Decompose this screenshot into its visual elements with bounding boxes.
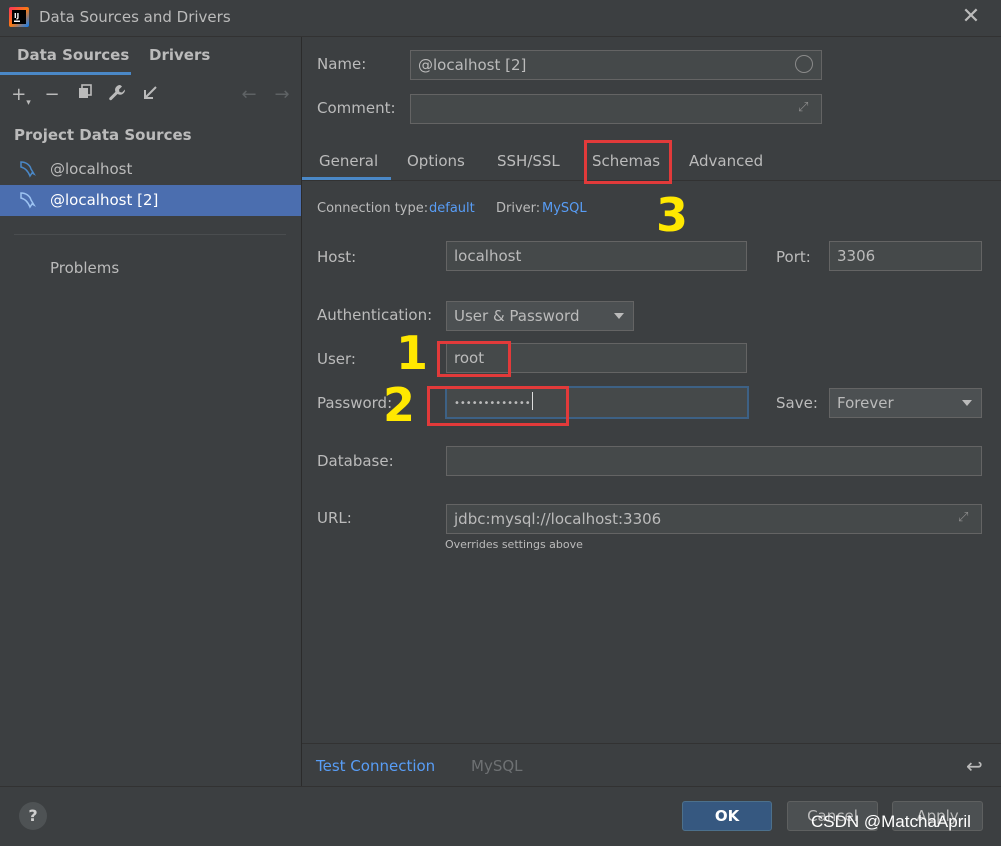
bottom-separator — [302, 743, 1001, 744]
annotation-box-password — [427, 386, 569, 426]
left-divider — [14, 234, 286, 235]
svg-text:IJ: IJ — [14, 12, 19, 20]
tab-data-sources[interactable]: Data Sources — [17, 38, 129, 74]
active-tab-indicator — [0, 72, 131, 75]
tab-general[interactable]: General — [319, 152, 378, 170]
url-input[interactable]: jdbc:mysql://localhost:3306 — [446, 504, 982, 534]
wrench-icon[interactable] — [106, 84, 128, 106]
comment-input[interactable] — [410, 94, 822, 124]
driver-name-label: MySQL — [471, 757, 523, 775]
url-hint: Overrides settings above — [445, 538, 583, 551]
comment-label: Comment: — [317, 99, 396, 117]
intellij-app-icon: IJ — [9, 7, 29, 27]
url-label: URL: — [317, 509, 352, 527]
datasource-item-localhost[interactable]: @localhost — [0, 154, 301, 185]
database-input[interactable] — [446, 446, 982, 476]
tab-options[interactable]: Options — [407, 152, 465, 170]
authentication-select[interactable]: User & Password — [446, 301, 634, 331]
back-arrow-icon[interactable]: ← — [238, 84, 260, 106]
close-icon[interactable]: ✕ — [958, 4, 984, 30]
driver-link[interactable]: MySQL — [542, 201, 587, 216]
window-title: Data Sources and Drivers — [39, 8, 231, 26]
left-panel — [0, 37, 302, 786]
add-icon[interactable]: +▾ — [10, 84, 32, 108]
color-circle-icon[interactable] — [795, 55, 813, 73]
database-label: Database: — [317, 452, 394, 470]
project-data-sources-heading: Project Data Sources — [14, 126, 192, 144]
host-label: Host: — [317, 248, 357, 266]
authentication-value: User & Password — [454, 307, 580, 325]
problems-item[interactable]: Problems — [50, 259, 119, 277]
mysql-dolphin-icon — [18, 159, 38, 179]
password-label: Password: — [317, 394, 393, 412]
datasource-label: @localhost [2] — [50, 191, 159, 209]
expand-icon[interactable]: ⤢ — [798, 100, 814, 116]
annotation-box-user — [437, 341, 511, 377]
port-label: Port: — [776, 248, 811, 266]
save-select[interactable]: Forever — [829, 388, 982, 418]
forward-arrow-icon[interactable]: → — [271, 84, 293, 106]
mysql-dolphin-icon — [18, 190, 38, 210]
name-input[interactable]: @localhost [2] — [410, 50, 822, 80]
import-icon[interactable] — [139, 84, 161, 106]
watermark: CSDN @MatchaApril — [811, 812, 971, 831]
expand-icon[interactable]: ⤢ — [958, 510, 974, 526]
tab-drivers[interactable]: Drivers — [149, 38, 210, 74]
revert-icon[interactable]: ↩ — [966, 755, 988, 777]
annotation-box-schemas — [584, 140, 672, 184]
datasource-item-localhost-2[interactable]: @localhost [2] — [0, 185, 301, 216]
save-value: Forever — [837, 394, 894, 412]
save-label: Save: — [776, 394, 818, 412]
dialog-window: IJ Data Sources and Drivers ✕ Data Sourc… — [0, 0, 1001, 846]
driver-label: Driver: — [496, 201, 541, 216]
remove-icon[interactable]: − — [41, 84, 63, 106]
name-label: Name: — [317, 55, 367, 73]
connection-type-label: Connection type: — [317, 201, 429, 216]
duplicate-icon[interactable] — [74, 84, 96, 106]
host-input[interactable]: localhost — [446, 241, 747, 271]
help-button[interactable]: ? — [19, 802, 47, 830]
user-label: User: — [317, 350, 356, 368]
ok-button[interactable]: OK — [682, 801, 772, 831]
chevron-down-icon — [962, 400, 972, 406]
annotation-number-3: 3 — [656, 188, 689, 242]
test-connection-link[interactable]: Test Connection — [316, 757, 435, 775]
tab-advanced[interactable]: Advanced — [689, 152, 763, 170]
connection-type-link[interactable]: default — [429, 201, 475, 216]
datasource-label: @localhost — [50, 160, 133, 178]
tab-ssh-ssl[interactable]: SSH/SSL — [497, 152, 560, 170]
authentication-label: Authentication: — [317, 306, 433, 324]
chevron-down-icon — [614, 313, 624, 319]
annotation-number-1: 1 — [396, 326, 429, 380]
annotation-number-2: 2 — [383, 378, 416, 432]
port-input[interactable]: 3306 — [829, 241, 982, 271]
